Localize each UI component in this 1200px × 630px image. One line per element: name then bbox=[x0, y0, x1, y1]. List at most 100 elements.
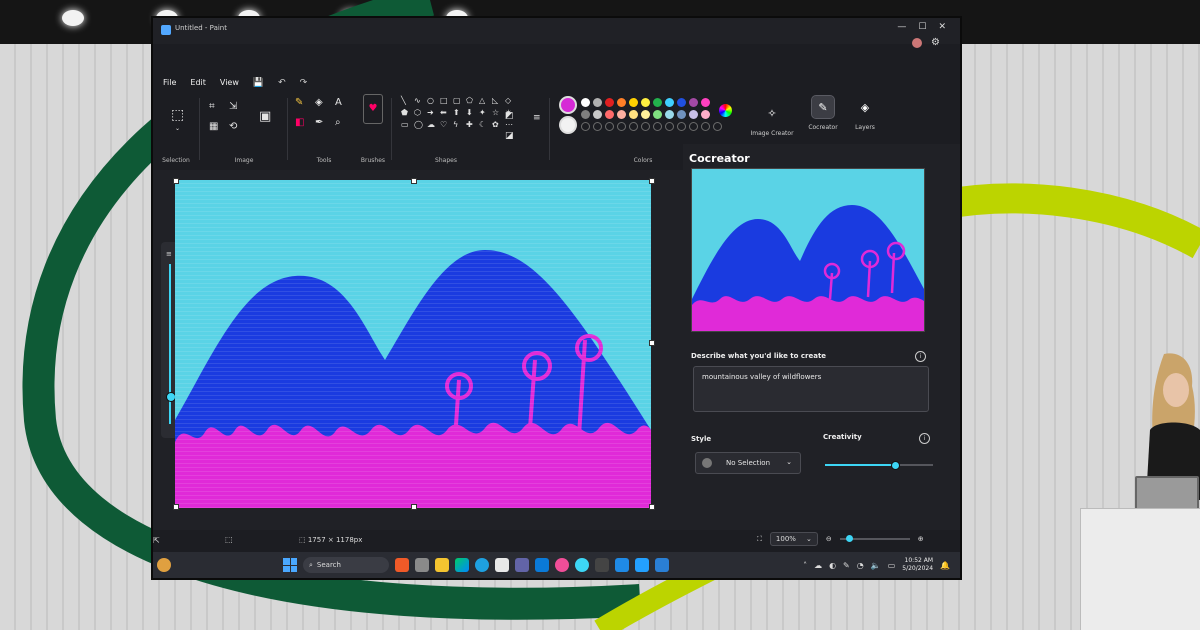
custom-color-slot[interactable] bbox=[593, 122, 602, 131]
callout-shape-icon[interactable]: ▭ bbox=[401, 120, 411, 129]
color-swatch[interactable] bbox=[605, 98, 614, 107]
app-icon[interactable] bbox=[655, 558, 669, 572]
hexagon-shape-icon[interactable]: ⬡ bbox=[414, 108, 424, 117]
cloud-icon[interactable]: ☁ bbox=[814, 561, 822, 570]
taskbar-app-icon[interactable] bbox=[395, 558, 409, 572]
crop-icon[interactable]: ⌗ bbox=[209, 102, 215, 112]
outlook-icon[interactable] bbox=[535, 558, 549, 572]
color-swatch[interactable] bbox=[701, 110, 710, 119]
task-view-icon[interactable] bbox=[415, 558, 429, 572]
color-swatch[interactable] bbox=[641, 98, 650, 107]
color-swatch[interactable] bbox=[605, 110, 614, 119]
battery-icon[interactable]: ▭ bbox=[888, 561, 896, 570]
heart-shape-icon[interactable]: ♡ bbox=[440, 120, 450, 129]
moon-shape-icon[interactable]: ☾ bbox=[479, 120, 489, 129]
line-shape-icon[interactable]: ╲ bbox=[401, 96, 411, 105]
redo-icon[interactable]: ↷ bbox=[300, 78, 308, 88]
custom-color-slot[interactable] bbox=[605, 122, 614, 131]
start-windows-icon[interactable] bbox=[283, 558, 297, 572]
chevron-up-icon[interactable]: ˄ bbox=[803, 561, 807, 570]
custom-color-slot[interactable] bbox=[665, 122, 674, 131]
resize-handle[interactable] bbox=[411, 178, 417, 184]
zoom-in-icon[interactable]: ⊕ bbox=[918, 535, 924, 543]
edge-browser-icon[interactable] bbox=[475, 558, 489, 572]
custom-color-slot[interactable] bbox=[581, 122, 590, 131]
custom-color-slot[interactable] bbox=[701, 122, 710, 131]
resize-handle[interactable] bbox=[649, 504, 655, 510]
cocreator-button[interactable]: ✎ Cocreator bbox=[803, 95, 843, 131]
diamond-shape-icon[interactable]: ◇ bbox=[505, 96, 515, 105]
color-swatch[interactable] bbox=[689, 110, 698, 119]
flower-shape-icon[interactable]: ✿ bbox=[492, 120, 502, 129]
creativity-info-icon[interactable]: i bbox=[919, 433, 930, 444]
color-swatch[interactable] bbox=[665, 98, 674, 107]
arrow-up-shape-icon[interactable]: ⬆ bbox=[453, 108, 463, 117]
arrow-left-shape-icon[interactable]: ⬅ bbox=[440, 108, 450, 117]
zoom-slider[interactable] bbox=[839, 535, 910, 542]
clipchamp-icon[interactable] bbox=[595, 558, 609, 572]
creativity-slider[interactable] bbox=[825, 461, 933, 470]
undo-icon[interactable]: ↶ bbox=[278, 78, 286, 88]
custom-color-slot[interactable] bbox=[653, 122, 662, 131]
fill-style-icon[interactable]: ◪ bbox=[505, 132, 514, 141]
chevron-down-icon[interactable]: ⌄ bbox=[175, 126, 180, 132]
secondary-color-swatch[interactable] bbox=[559, 116, 577, 134]
color-swatch[interactable] bbox=[593, 98, 602, 107]
lightning-shape-icon[interactable]: ϟ bbox=[453, 120, 463, 129]
resize-handle[interactable] bbox=[173, 178, 179, 184]
widgets-icon[interactable] bbox=[157, 558, 171, 572]
pencil-icon[interactable]: ✎ bbox=[295, 98, 303, 108]
text-icon[interactable]: A bbox=[335, 98, 342, 108]
prompt-input[interactable]: mountainous valley of wildflowers bbox=[693, 366, 929, 412]
triangle-shape-icon[interactable]: △ bbox=[479, 96, 489, 105]
image-select-icon[interactable]: ▦ bbox=[209, 122, 218, 132]
primary-color-swatch[interactable] bbox=[559, 96, 577, 114]
custom-color-slot[interactable] bbox=[641, 122, 650, 131]
color-picker-icon[interactable]: ✒ bbox=[315, 118, 323, 128]
oval-callout-shape-icon[interactable]: ◯ bbox=[414, 120, 424, 129]
color-swatch[interactable] bbox=[581, 98, 590, 107]
info-icon[interactable]: i bbox=[915, 351, 926, 362]
color-swatch[interactable] bbox=[593, 110, 602, 119]
wifi-icon[interactable]: ◔ bbox=[857, 561, 864, 570]
custom-color-slot[interactable] bbox=[689, 122, 698, 131]
image-creator-button[interactable]: ✧ Image Creator bbox=[747, 102, 797, 138]
generated-preview-image[interactable] bbox=[691, 168, 925, 332]
custom-color-slot[interactable] bbox=[629, 122, 638, 131]
brush-icon[interactable]: ♥ bbox=[363, 94, 383, 124]
taskbar-search[interactable]: ⌕ Search bbox=[303, 557, 389, 573]
menu-file[interactable]: File bbox=[163, 78, 176, 88]
magnifier-icon[interactable]: ⌕ bbox=[335, 118, 341, 128]
teams-icon[interactable] bbox=[515, 558, 529, 572]
curve-shape-icon[interactable]: ∿ bbox=[414, 96, 424, 105]
layers-button[interactable]: ◈ Layers bbox=[845, 96, 885, 132]
fit-to-window-icon[interactable]: ⛶ bbox=[757, 535, 762, 544]
notification-bell-icon[interactable]: 🔔 bbox=[940, 561, 950, 570]
zoom-slider-thumb[interactable] bbox=[845, 535, 853, 542]
outline-style-icon[interactable]: ◩ bbox=[505, 112, 514, 121]
creativity-slider-thumb[interactable] bbox=[891, 461, 901, 470]
custom-color-slot[interactable] bbox=[677, 122, 686, 131]
eraser-icon[interactable]: ◧ bbox=[295, 118, 304, 128]
taskbar-clock[interactable]: 10:52 AM 5/20/2024 bbox=[902, 557, 933, 573]
zoom-out-icon[interactable]: ⊖ bbox=[826, 535, 832, 543]
color-swatch[interactable] bbox=[617, 110, 626, 119]
color-swatch[interactable] bbox=[581, 110, 590, 119]
tray-app-icon[interactable]: ◐ bbox=[829, 561, 836, 570]
right-triangle-shape-icon[interactable]: ◺ bbox=[492, 96, 502, 105]
fill-bucket-icon[interactable]: ◈ bbox=[315, 98, 323, 108]
color-swatch[interactable] bbox=[629, 110, 638, 119]
color-swatch[interactable] bbox=[677, 110, 686, 119]
save-icon[interactable]: 💾 bbox=[253, 78, 264, 88]
color-swatch[interactable] bbox=[653, 98, 662, 107]
style-dropdown[interactable]: No Selection ⌄ bbox=[695, 452, 801, 474]
rotate-icon[interactable]: ⟲ bbox=[229, 122, 237, 132]
edit-colors-icon[interactable] bbox=[719, 104, 732, 117]
resize-handle[interactable] bbox=[411, 504, 417, 510]
rounded-rect-shape-icon[interactable]: ▢ bbox=[453, 96, 463, 105]
background-removal-icon[interactable]: ▣ bbox=[259, 110, 271, 123]
arrow-down-shape-icon[interactable]: ⬇ bbox=[466, 108, 476, 117]
close-button[interactable]: ✕ bbox=[938, 22, 946, 32]
file-explorer-icon[interactable] bbox=[435, 558, 449, 572]
color-swatch[interactable] bbox=[641, 110, 650, 119]
